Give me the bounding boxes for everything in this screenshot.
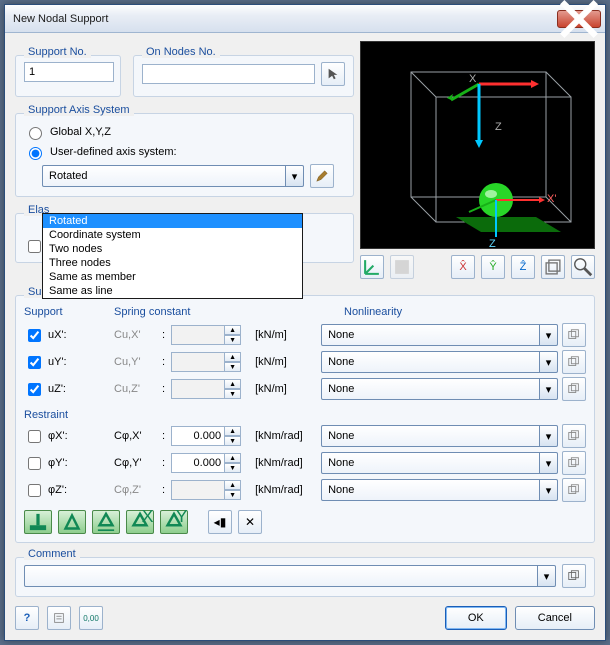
titlebar: New Nodal Support xyxy=(5,5,605,33)
dropdown-item[interactable]: Three nodes xyxy=(43,256,302,270)
on-nodes-input[interactable] xyxy=(142,64,315,84)
spring-spin: ▲▼ xyxy=(171,480,249,500)
axis-global-label: Global X,Y,Z xyxy=(50,126,111,138)
nonlinearity-combo[interactable]: None▾ xyxy=(321,324,558,346)
pick-nodes-button[interactable] xyxy=(321,62,345,86)
dropdown-item[interactable]: Coordinate system xyxy=(43,228,302,242)
preset-roller-y-button[interactable]: X xyxy=(126,510,154,534)
view-z-button[interactable]: Ẑ xyxy=(511,255,535,279)
preset-fixed-button[interactable] xyxy=(24,510,52,534)
support-check[interactable] xyxy=(28,430,41,443)
axis-user-radio[interactable] xyxy=(29,147,42,160)
support-check[interactable] xyxy=(28,484,41,497)
preset-roller-z-button[interactable]: Y xyxy=(160,510,188,534)
preset-save-button[interactable]: ◂▮ xyxy=(208,510,232,534)
axis-type-dropdown-list[interactable]: Rotated Coordinate system Two nodes Thre… xyxy=(42,213,303,299)
on-nodes-legend: On Nodes No. xyxy=(142,46,220,58)
nonlin-edit-button[interactable] xyxy=(562,451,586,475)
nonlinearity-combo[interactable]: None▾ xyxy=(321,452,558,474)
nonlin-edit-button[interactable] xyxy=(562,323,586,347)
view-x-button[interactable]: X̂ xyxy=(451,255,475,279)
spring-spin[interactable]: ▲▼ xyxy=(171,453,249,473)
svg-text:Y: Y xyxy=(176,509,187,526)
preset-clear-button[interactable]: ✕ xyxy=(238,510,262,534)
comment-legend: Comment xyxy=(24,548,80,560)
column-z-checkbox[interactable] xyxy=(28,240,41,253)
svg-text:X: X xyxy=(469,73,477,85)
support-check[interactable] xyxy=(28,383,41,396)
svg-text:X: X xyxy=(142,509,153,526)
svg-text:X': X' xyxy=(547,193,556,205)
axis-toggle-button[interactable] xyxy=(360,255,384,279)
spring-spin: ▲▼ xyxy=(171,352,249,372)
iso-view-button[interactable] xyxy=(541,255,565,279)
spring-head: Spring constant xyxy=(114,306,314,318)
view-y-button[interactable]: Ŷ xyxy=(481,255,505,279)
axis-type-combo[interactable]: Rotated ▾ xyxy=(42,165,304,187)
comment-combo[interactable]: ▾ xyxy=(24,565,556,587)
spring-spin[interactable]: ▲▼ xyxy=(171,426,249,446)
clip-view-button[interactable] xyxy=(571,255,595,279)
chevron-down-icon[interactable]: ▾ xyxy=(286,165,304,187)
support-no-input[interactable] xyxy=(24,62,114,82)
close-button[interactable] xyxy=(557,10,601,28)
dropdown-item[interactable]: Same as line xyxy=(43,284,302,298)
axis-user-label: User-defined axis system: xyxy=(50,146,177,158)
preview-3d: X Z X' Z xyxy=(360,41,595,249)
nonlinearity-combo[interactable]: None▾ xyxy=(321,378,558,400)
nonlin-edit-button[interactable] xyxy=(562,377,586,401)
restraint-head: Restraint xyxy=(24,409,586,421)
nonlin-edit-button[interactable] xyxy=(562,424,586,448)
nonlin-head: Nonlinearity xyxy=(344,306,586,318)
support-check[interactable] xyxy=(28,329,41,342)
comment-lib-button[interactable] xyxy=(562,564,586,588)
nonlinearity-combo[interactable]: None▾ xyxy=(321,351,558,373)
window-title: New Nodal Support xyxy=(13,13,557,25)
axis-global-radio[interactable] xyxy=(29,127,42,140)
nonlin-edit-button[interactable] xyxy=(562,350,586,374)
svg-text:Z: Z xyxy=(489,238,496,250)
support-check[interactable] xyxy=(28,356,41,369)
preset-pinned-button[interactable] xyxy=(58,510,86,534)
axis-system-legend: Support Axis System xyxy=(24,104,134,116)
chevron-down-icon[interactable]: ▾ xyxy=(538,565,556,587)
cancel-button[interactable]: Cancel xyxy=(515,606,595,630)
cube-toggle-button[interactable] xyxy=(390,255,414,279)
nonlin-edit-button[interactable] xyxy=(562,478,586,502)
svg-text:Z: Z xyxy=(495,121,502,133)
spring-spin: ▲▼ xyxy=(171,379,249,399)
axis-edit-button[interactable] xyxy=(310,164,334,188)
support-check[interactable] xyxy=(28,457,41,470)
nonlinearity-combo[interactable]: None▾ xyxy=(321,479,558,501)
dialog-new-nodal-support: New Nodal Support Support No. On Nodes N… xyxy=(4,4,606,641)
dropdown-item[interactable]: Two nodes xyxy=(43,242,302,256)
dropdown-item[interactable]: Rotated xyxy=(43,214,302,228)
dropdown-item[interactable]: Same as member xyxy=(43,270,302,284)
units-button[interactable]: 0,00 xyxy=(79,606,103,630)
support-no-legend: Support No. xyxy=(24,46,91,58)
preset-roller-x-button[interactable] xyxy=(92,510,120,534)
details-button[interactable] xyxy=(47,606,71,630)
help-button[interactable]: ? xyxy=(15,606,39,630)
spring-spin: ▲▼ xyxy=(171,325,249,345)
ok-button[interactable]: OK xyxy=(445,606,507,630)
support-head: Support xyxy=(24,306,114,318)
nonlinearity-combo[interactable]: None▾ xyxy=(321,425,558,447)
